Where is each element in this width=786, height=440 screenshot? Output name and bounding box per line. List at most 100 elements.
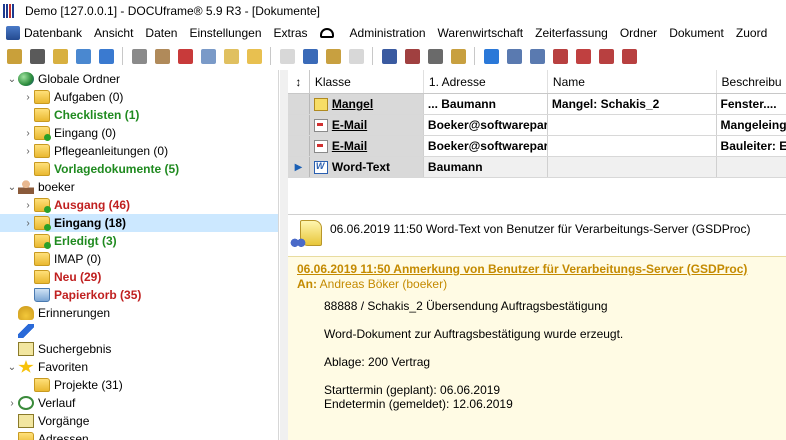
cell-klasse[interactable]: E-Mail [309, 115, 424, 135]
chevron-right-icon[interactable]: › [22, 196, 34, 214]
chevron-right-icon[interactable]: › [22, 124, 34, 142]
toolbar-button-25[interactable] [596, 46, 616, 66]
toolbar-button-21[interactable] [504, 46, 524, 66]
toolbar-button-15[interactable] [346, 46, 366, 66]
sort-toggle-icon[interactable]: ↕ [288, 70, 310, 93]
toolbar-button-5[interactable] [96, 46, 116, 66]
toolbar-button-10[interactable] [221, 46, 241, 66]
menu-phone[interactable] [314, 22, 344, 43]
cell-name[interactable]: Mangel: Schakis_2 [548, 94, 717, 114]
cell-adresse[interactable]: Boeker@softwarepar [424, 115, 548, 135]
tree-item[interactable]: Papierkorb (35) [0, 286, 278, 304]
tree-item[interactable]: Erinnerungen [0, 304, 278, 322]
horizontal-splitter[interactable] [288, 182, 786, 214]
toolbar-button-3[interactable] [50, 46, 70, 66]
chevron-down-icon[interactable]: ⌄ [6, 178, 18, 196]
cell-klasse[interactable]: E-Mail [309, 136, 424, 156]
tree-item[interactable]: ⌄ Favoriten [0, 358, 278, 376]
cell-name[interactable] [547, 157, 717, 177]
tree-item[interactable]: Projekte (31) [0, 376, 278, 394]
tree-item[interactable]: Suchergebnis [0, 340, 278, 358]
cell-beschreibung[interactable]: Fenster.... [717, 94, 786, 114]
toolbar-button-11[interactable] [244, 46, 264, 66]
toolbar-button-1[interactable] [4, 46, 24, 66]
menu-zuordnung[interactable]: Zuord [730, 22, 773, 43]
toolbar-button-14[interactable] [323, 46, 343, 66]
tree-item[interactable]: Vorlagedokumente (5) [0, 160, 278, 178]
cell-adresse[interactable]: Boeker@softwarepar [424, 136, 548, 156]
menu-daten[interactable]: Daten [139, 22, 183, 43]
cell-adresse[interactable]: ... Baumann [424, 94, 548, 114]
toolbar-button-7[interactable] [152, 46, 172, 66]
menu-einstellungen[interactable]: Einstellungen [183, 22, 267, 43]
toolbar-button-19[interactable] [448, 46, 468, 66]
tree-item[interactable]: › Ausgang (46) [0, 196, 278, 214]
menu-datenbank[interactable]: Datenbank [0, 22, 88, 43]
tree-item[interactable]: › Aufgaben (0) [0, 88, 278, 106]
tree-item[interactable]: IMAP (0) [0, 250, 278, 268]
row-selector[interactable] [288, 115, 310, 135]
toolbar-button-22[interactable] [527, 46, 547, 66]
toolbar-button-9[interactable] [198, 46, 218, 66]
toolbar-button-23[interactable] [550, 46, 570, 66]
tree-item[interactable]: Adressen [0, 430, 278, 440]
column-header-name[interactable]: Name [548, 70, 717, 93]
menu-warenwirtschaft[interactable]: Warenwirtschaft [432, 22, 530, 43]
tree-item[interactable]: › Eingang (0) [0, 124, 278, 142]
toolbar-button-26[interactable] [619, 46, 639, 66]
toolbar-button-24[interactable] [573, 46, 593, 66]
row-selector[interactable] [288, 94, 310, 114]
tree-item[interactable]: › Pflegeanleitungen (0) [0, 142, 278, 160]
tree-item[interactable] [0, 322, 278, 340]
cell-name[interactable] [548, 136, 717, 156]
menu-zeiterfassung[interactable]: Zeiterfassung [529, 22, 614, 43]
cell-beschreibung[interactable] [716, 157, 786, 177]
menu-dokument[interactable]: Dokument [663, 22, 730, 43]
chevron-down-icon[interactable]: ⌄ [6, 358, 18, 376]
table-row[interactable]: E-Mail Boeker@softwarepar Mangeleing [288, 115, 786, 136]
tree-item[interactable]: Erledigt (3) [0, 232, 278, 250]
column-header-adresse[interactable]: 1. Adresse [424, 70, 548, 93]
chevron-right-icon[interactable]: › [6, 394, 18, 412]
menu-extras[interactable]: Extras [268, 22, 314, 43]
cell-klasse[interactable]: Mangel [309, 94, 424, 114]
vertical-splitter[interactable] [280, 70, 288, 440]
toolbar-button-2[interactable] [27, 46, 47, 66]
cell-name[interactable] [548, 115, 717, 135]
column-header-klasse[interactable]: Klasse [310, 70, 424, 93]
annotation-title-link[interactable]: 06.06.2019 11:50 Anmerkung von Benutzer … [297, 262, 786, 276]
cell-adresse[interactable]: Baumann [423, 157, 548, 177]
tree-item[interactable]: Neu (29) [0, 268, 278, 286]
chevron-down-icon[interactable]: ⌄ [6, 70, 18, 88]
toolbar-button-8[interactable] [175, 46, 195, 66]
tree-item[interactable]: ⌄ boeker [0, 178, 278, 196]
cell-beschreibung[interactable]: Mangeleing [717, 115, 786, 135]
toolbar-button-13[interactable] [300, 46, 320, 66]
row-selector[interactable]: ▶ [288, 157, 310, 177]
table-row[interactable]: ▶ Word-Text Baumann [288, 157, 786, 178]
tree-item[interactable]: ⌄ Globale Ordner [0, 70, 278, 88]
tree-item[interactable]: › Verlauf [0, 394, 278, 412]
menu-administration[interactable]: Administration [344, 22, 432, 43]
toolbar-button-18[interactable] [425, 46, 445, 66]
cell-klasse[interactable]: Word-Text [309, 157, 424, 177]
toolbar-button-20[interactable] [481, 46, 501, 66]
chevron-right-icon[interactable]: › [22, 142, 34, 160]
chevron-right-icon[interactable]: › [22, 214, 34, 232]
tree-item[interactable]: Checklisten (1) [0, 106, 278, 124]
tree-item[interactable]: Vorgänge [0, 412, 278, 430]
table-row[interactable]: E-Mail Boeker@softwarepar Bauleiter: E [288, 136, 786, 157]
chevron-right-icon[interactable]: › [22, 88, 34, 106]
tree-item[interactable]: › Eingang (18) [0, 214, 278, 232]
menu-ansicht[interactable]: Ansicht [88, 22, 139, 43]
toolbar-button-17[interactable] [402, 46, 422, 66]
toolbar-button-6[interactable] [129, 46, 149, 66]
table-row[interactable]: Mangel ... Baumann Mangel: Schakis_2 Fenste… [288, 94, 786, 115]
toolbar-button-4[interactable] [73, 46, 93, 66]
menu-ordner[interactable]: Ordner [614, 22, 663, 43]
column-header-beschreibung[interactable]: Beschreibu [717, 70, 786, 93]
row-selector[interactable] [288, 136, 310, 156]
cell-beschreibung[interactable]: Bauleiter: E [717, 136, 786, 156]
toolbar-button-16[interactable] [379, 46, 399, 66]
toolbar-button-12[interactable] [277, 46, 297, 66]
